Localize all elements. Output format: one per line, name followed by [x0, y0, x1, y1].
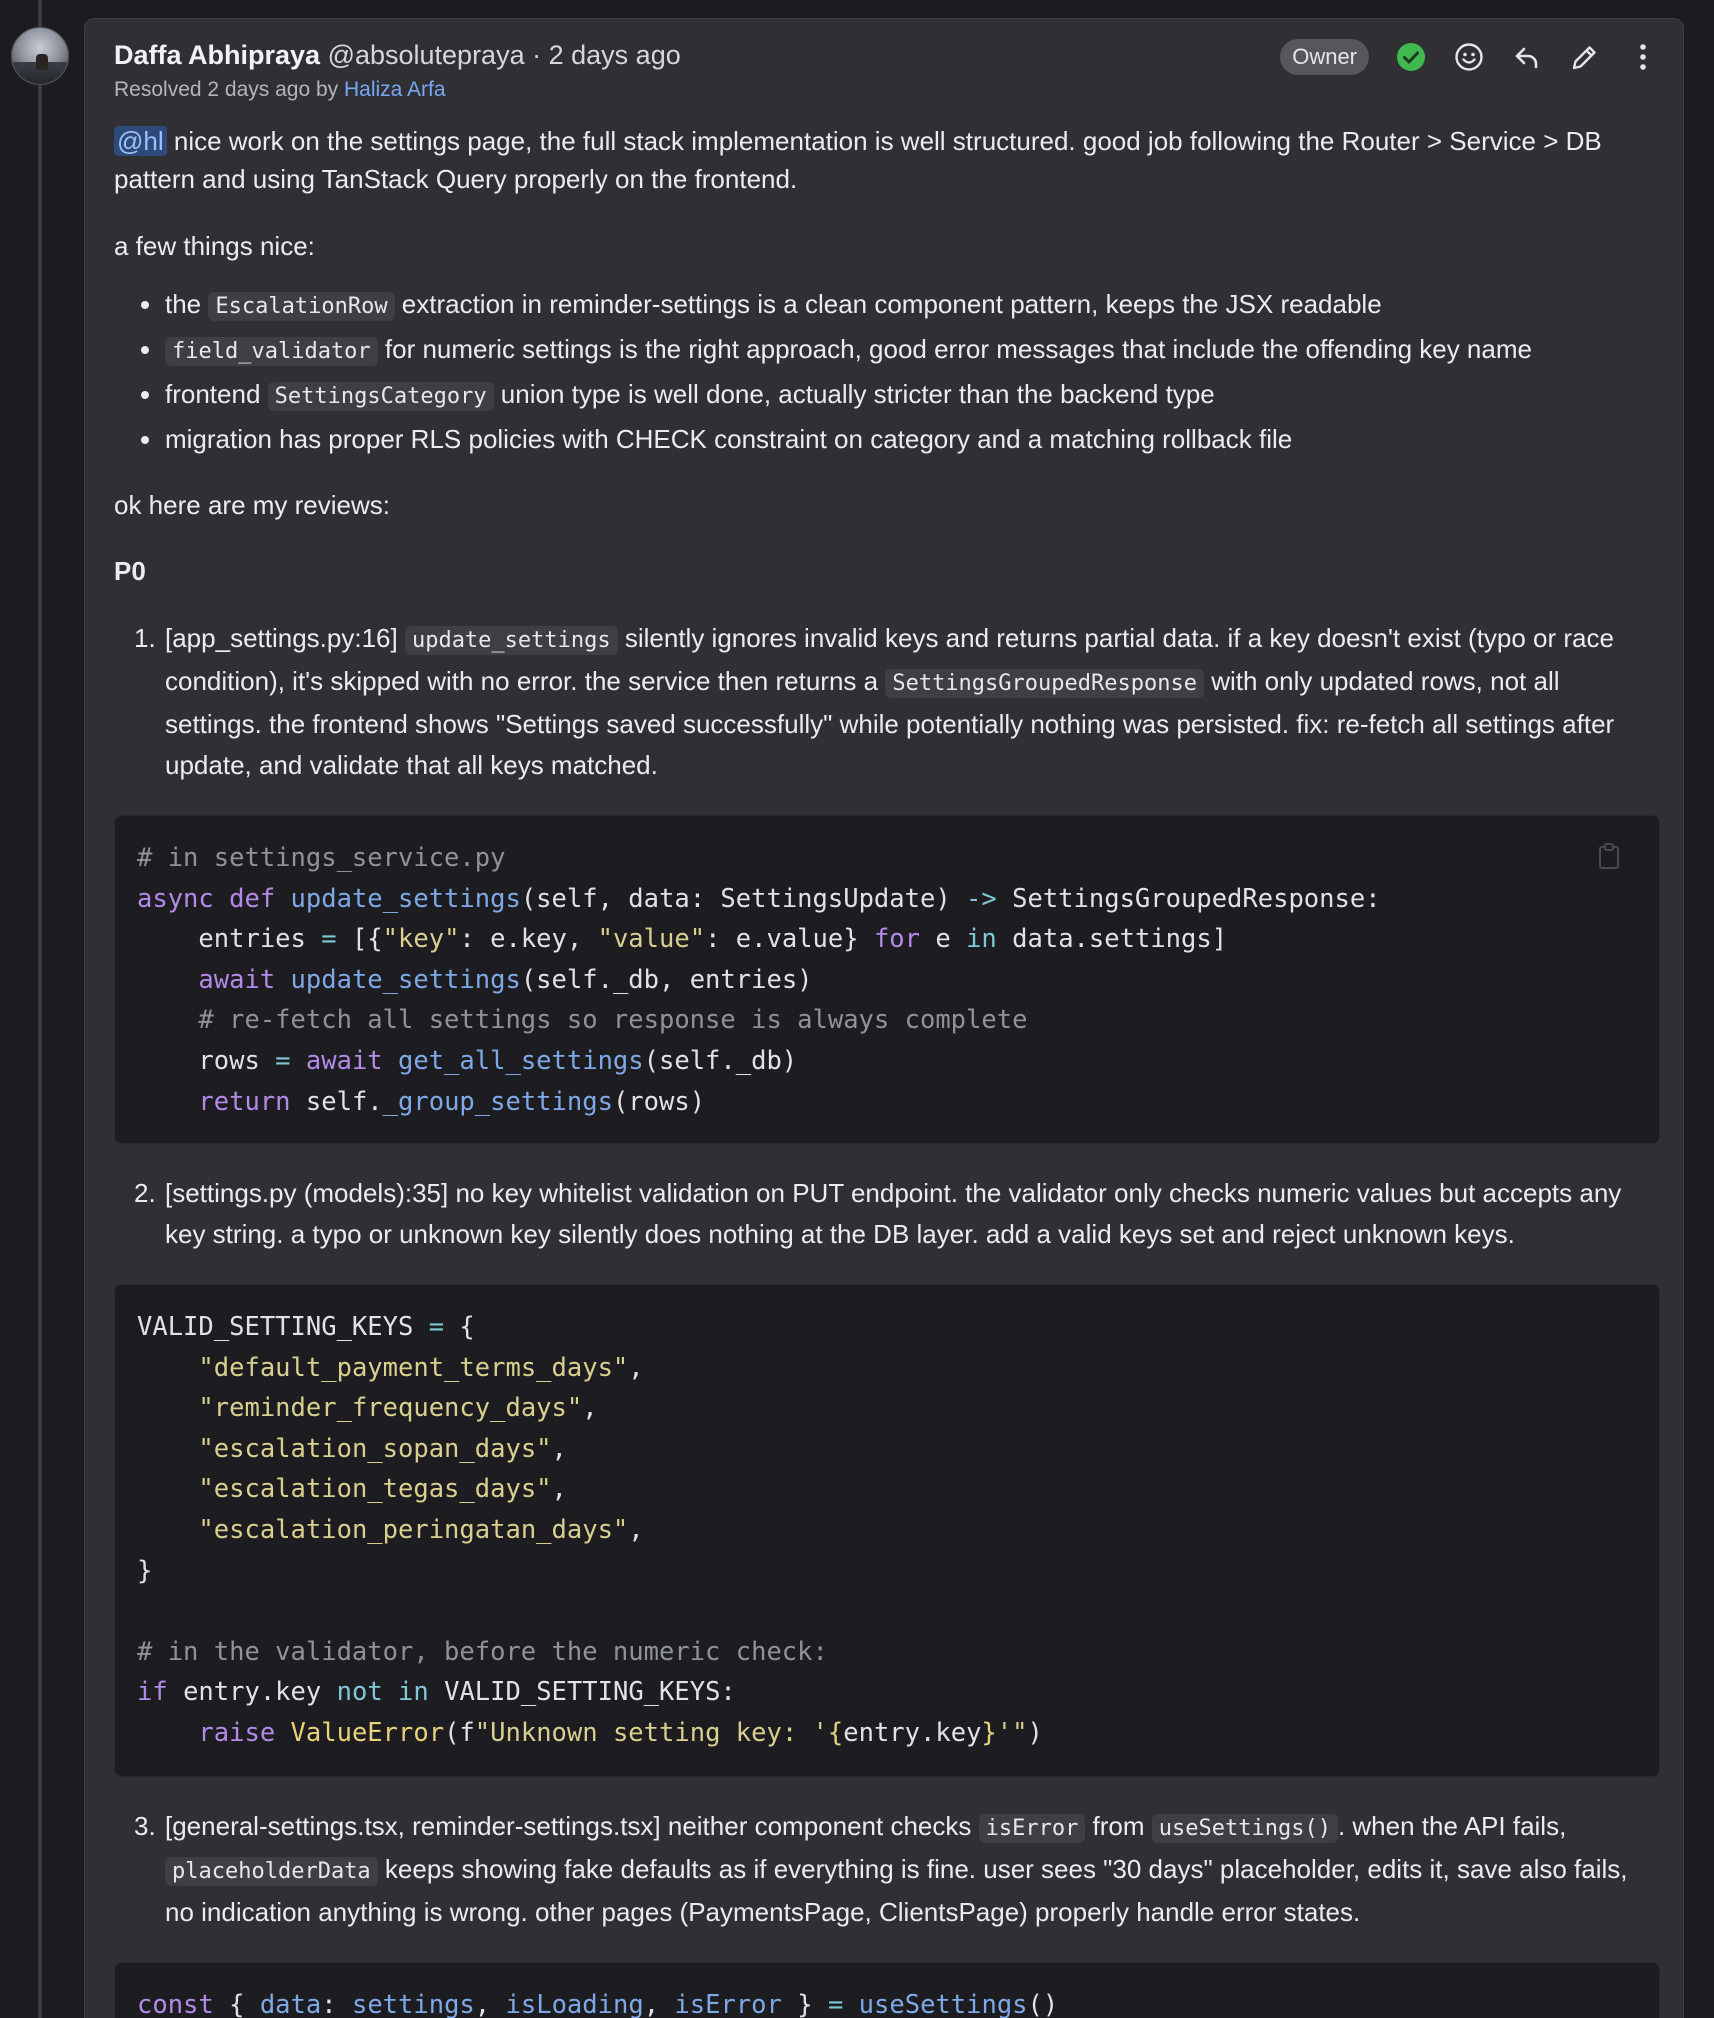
inline-code: field_validator [165, 337, 378, 366]
inline-code: placeholderData [165, 1857, 378, 1886]
code-block-tsx: const { data: settings, isLoading, isErr… [114, 1962, 1660, 2018]
list-item: the EscalationRow extraction in reminder… [114, 283, 1660, 328]
reply-arrow-icon[interactable] [1511, 41, 1543, 73]
owner-badge: Owner [1280, 39, 1369, 75]
nice-heading: a few things nice: [114, 231, 315, 261]
inline-code: SettingsGroupedResponse [885, 669, 1204, 698]
reviews-heading: ok here are my reviews: [114, 490, 390, 520]
list-item: field_validator for numeric settings is … [114, 328, 1660, 373]
author-handle[interactable]: @absolutepraya [328, 40, 525, 70]
separator-dot: · [532, 40, 542, 70]
comment-body: @hl nice work on the settings page, the … [114, 122, 1660, 2018]
comment-card: Daffa Abhipraya @absolutepraya · 2 days … [84, 18, 1684, 2018]
review-item-3: 3. [general-settings.tsx, reminder-settin… [134, 1811, 1628, 1927]
check-circle-icon[interactable] [1395, 41, 1427, 73]
review-item-1: 1. [app_settings.py:16] update_settings s… [134, 623, 1615, 780]
copy-icon[interactable] [1597, 842, 1621, 870]
author-name[interactable]: Daffa Abhipraya [114, 40, 320, 70]
comment-header: Daffa Abhipraya @absolutepraya · 2 days … [114, 37, 1659, 117]
intro-paragraph: @hl nice work on the settings page, the … [114, 122, 1660, 198]
list-item: frontend SettingsCategory union type is … [114, 373, 1660, 418]
inline-code: useSettings() [1151, 1814, 1338, 1843]
inline-code: isError [978, 1814, 1086, 1843]
timeline-line [38, 0, 42, 2018]
timestamp[interactable]: 2 days ago [549, 40, 681, 70]
list-item: migration has proper RLS policies with C… [114, 418, 1660, 460]
resolved-status: Resolved 2 days ago by Haliza Arfa [114, 75, 1659, 105]
inline-code: EscalationRow [208, 292, 395, 321]
avatar[interactable] [11, 27, 69, 85]
kebab-menu-icon[interactable] [1627, 41, 1659, 73]
priority-heading: P0 [114, 556, 146, 586]
praise-list: the EscalationRow extraction in reminder… [114, 283, 1660, 460]
code-block-service: # in settings_service.py async def updat… [114, 815, 1660, 1144]
inline-code: SettingsCategory [267, 382, 494, 411]
comment-actions: Owner [1280, 37, 1659, 77]
resolved-by-link[interactable]: Haliza Arfa [344, 78, 446, 101]
review-item-2: 2. [settings.py (models):35] no key white… [134, 1178, 1622, 1249]
pencil-icon[interactable] [1569, 41, 1601, 73]
intro-text: nice work on the settings page, the full… [114, 126, 1602, 194]
smiley-icon[interactable] [1453, 41, 1485, 73]
code-block-validator: VALID_SETTING_KEYS = { "default_payment_… [114, 1284, 1660, 1777]
user-mention[interactable]: @hl [114, 126, 167, 156]
inline-code: update_settings [404, 626, 618, 655]
resolved-prefix: Resolved 2 days ago by [114, 78, 339, 101]
